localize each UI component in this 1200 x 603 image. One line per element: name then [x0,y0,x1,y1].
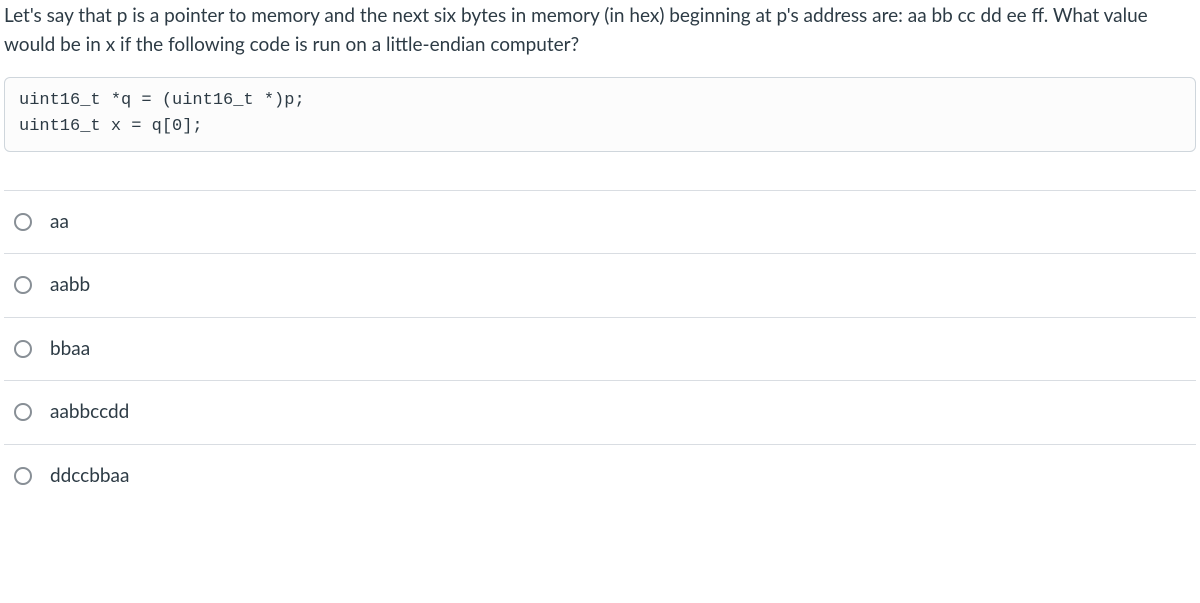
option-label: aabb [50,271,90,300]
option-label: ddccbbaa [50,462,129,491]
radio-icon[interactable] [14,403,32,421]
option-row[interactable]: bbaa [4,318,1196,382]
option-row[interactable]: aa [4,191,1196,255]
radio-icon[interactable] [14,213,32,231]
option-label: aa [50,208,69,237]
option-row[interactable]: aabbccdd [4,381,1196,445]
question-text: Let's say that p is a pointer to memory … [4,2,1196,59]
options-list: aa aabb bbaa aabbccdd ddccbbaa [4,190,1196,508]
code-block: uint16_t *q = (uint16_t *)p; uint16_t x … [4,77,1196,152]
option-label: aabbccdd [50,398,129,427]
option-label: bbaa [50,335,90,364]
code-line-2: uint16_t x = q[0]; [19,114,1181,140]
radio-icon[interactable] [14,467,32,485]
radio-icon[interactable] [14,340,32,358]
option-row[interactable]: aabb [4,254,1196,318]
code-line-1: uint16_t *q = (uint16_t *)p; [19,88,1181,114]
radio-icon[interactable] [14,276,32,294]
option-row[interactable]: ddccbbaa [4,445,1196,508]
